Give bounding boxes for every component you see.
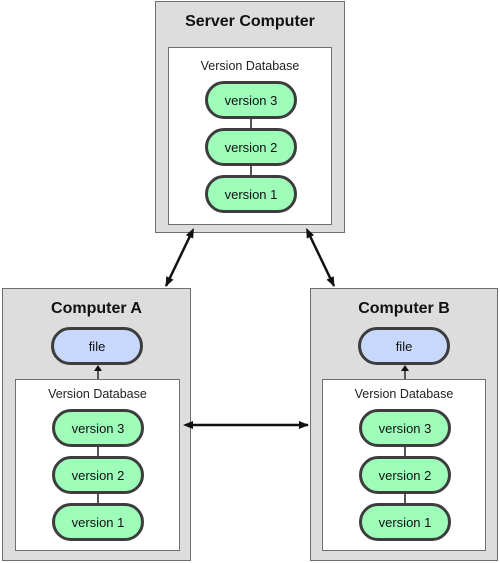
arrow-server-to-computer-b [306, 227, 336, 287]
connection-arrows [164, 227, 336, 429]
arrow-server-to-computer-a [164, 227, 194, 287]
